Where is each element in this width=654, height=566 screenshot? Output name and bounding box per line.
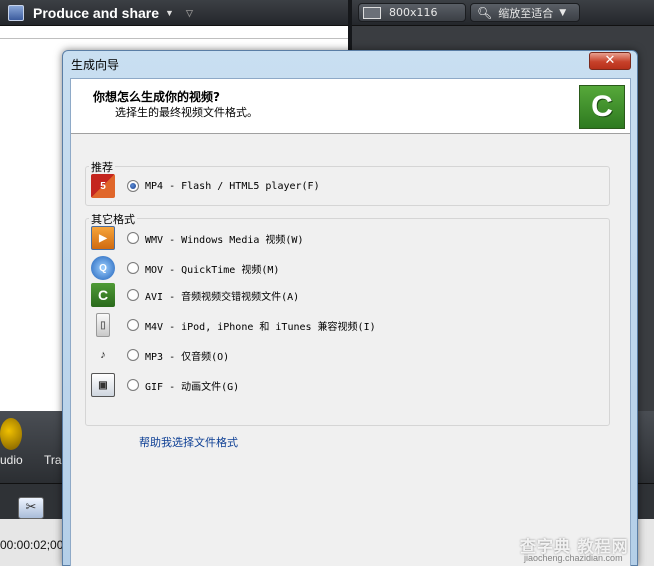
transitions-tab-label[interactable]: Tra — [44, 453, 62, 467]
mov-radio[interactable] — [127, 262, 139, 274]
wizard-subtitle: 选择生的最终视频文件格式。 — [115, 106, 258, 119]
wizard-header: 你想怎么生成你的视频? 选择生的最终视频文件格式。 C — [71, 79, 630, 134]
resize-icon — [363, 6, 381, 19]
avi-label: AVI - 音频视频交错视频文件(A) — [145, 291, 300, 303]
gif-radio[interactable] — [127, 379, 139, 391]
gif-label: GIF - 动画文件(G) — [145, 381, 240, 393]
ipod-icon: ▯ — [96, 313, 110, 337]
m4v-label: M4V - iPod, iPhone 和 iTunes 兼容视频(I) — [145, 321, 376, 333]
produce-icon — [8, 5, 24, 21]
mov-label: MOV - QuickTime 视频(M) — [145, 264, 280, 276]
produce-and-share-menu[interactable]: Produce and share ▼ ▽ — [8, 4, 193, 22]
format-option-mov[interactable]: Q MOV - QuickTime 视频(M) — [91, 255, 279, 281]
quicktime-icon: Q — [91, 256, 115, 280]
overflow-chevron-icon[interactable]: ▽ — [186, 8, 193, 19]
avi-radio[interactable] — [127, 289, 139, 301]
dialog-body: 你想怎么生成你的视频? 选择生的最终视频文件格式。 C 推荐 5 MP4 - F… — [70, 78, 631, 566]
audio-tab-label[interactable]: udio — [0, 453, 23, 467]
avi-icon: C — [91, 283, 115, 307]
produce-label: Produce and share — [33, 5, 160, 21]
format-option-gif[interactable]: ▣ GIF - 动画文件(G) — [91, 372, 239, 398]
format-option-wmv[interactable]: ▶ WMV - Windows Media 视频(W) — [91, 225, 303, 251]
production-wizard-dialog: 生成向导 ✕ 你想怎么生成你的视频? 选择生的最终视频文件格式。 C 推荐 5 … — [62, 50, 638, 566]
mp4-radio[interactable] — [127, 180, 139, 192]
wizard-question: 你想怎么生成你的视频? — [93, 90, 220, 104]
cut-scissors-button[interactable]: ✂ — [18, 497, 44, 519]
mp4-label: MP4 - Flash / HTML5 player(F) — [145, 180, 320, 192]
wmv-label: WMV - Windows Media 视频(W) — [145, 234, 304, 246]
gif-icon: ▣ — [91, 373, 115, 397]
format-option-avi[interactable]: C AVI - 音频视频交错视频文件(A) — [91, 282, 299, 308]
format-option-mp3[interactable]: ♪ MP3 - 仅音频(O) — [91, 342, 229, 368]
zoom-dropdown[interactable]: 🔍︎ 缩放至适合 ▼ — [470, 3, 580, 22]
help-choose-format-link[interactable]: 帮助我选择文件格式 — [139, 434, 238, 450]
timecode-label: 00:00:02;00 — [0, 538, 64, 552]
watermark-url: jiaocheng.chazidian.com — [524, 553, 623, 563]
zoom-label: 缩放至适合 — [498, 6, 554, 20]
dialog-title: 生成向导 — [71, 58, 120, 72]
divider-line — [0, 38, 348, 39]
format-option-m4v[interactable]: ▯ M4V - iPod, iPhone 和 iTunes 兼容视频(I) — [91, 312, 376, 338]
format-option-mp4[interactable]: 5 MP4 - Flash / HTML5 player(F) — [91, 173, 320, 199]
mp3-radio[interactable] — [127, 349, 139, 361]
dimensions-label: 800x116 — [389, 6, 438, 19]
dimensions-button[interactable]: 800x116 — [358, 3, 466, 22]
mp3-icon: ♪ — [100, 349, 106, 361]
chevron-down-icon: ▼ — [165, 8, 174, 18]
mp3-label: MP3 - 仅音频(O) — [145, 351, 230, 363]
windows-media-icon: ▶ — [91, 226, 115, 250]
wmv-radio[interactable] — [127, 232, 139, 244]
camtasia-logo: C — [579, 85, 625, 129]
audio-speaker-icon[interactable] — [0, 418, 22, 450]
m4v-radio[interactable] — [127, 319, 139, 331]
html5-flash-icon: 5 — [91, 174, 115, 198]
close-button[interactable]: ✕ — [589, 52, 631, 70]
chevron-down-icon: ▼ — [559, 7, 567, 18]
magnifier-icon: 🔍︎ — [477, 5, 493, 20]
